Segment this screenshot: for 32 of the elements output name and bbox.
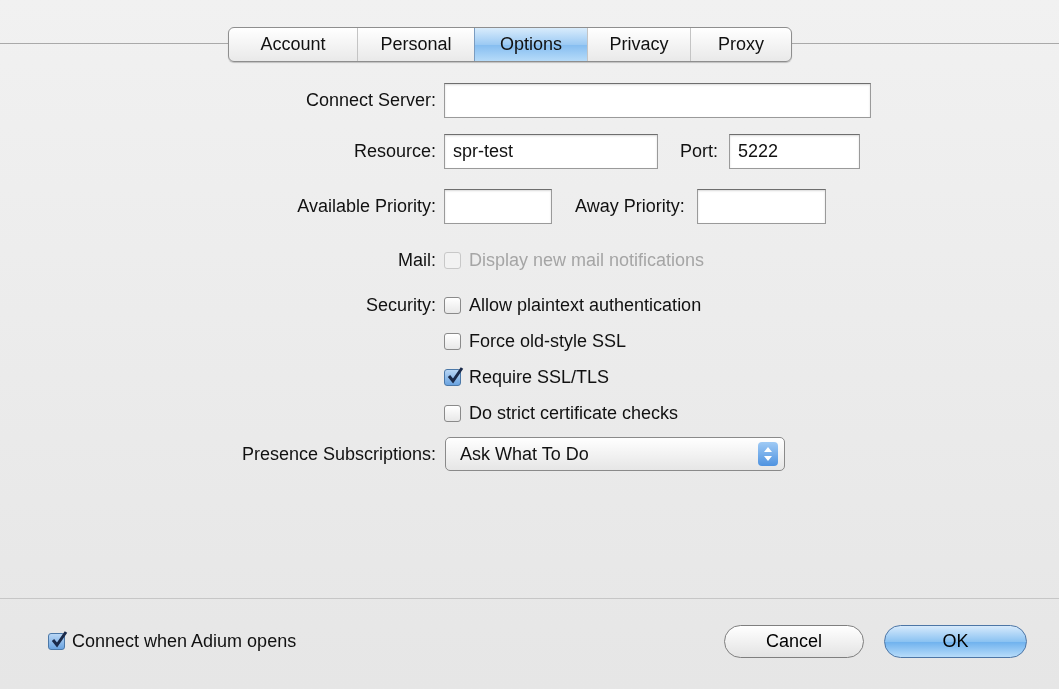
field-label: Resource:	[352, 141, 437, 162]
field-label: Connect Server:	[304, 90, 437, 111]
text-field[interactable]: spr-test	[444, 134, 658, 169]
checkbox[interactable]	[444, 296, 461, 314]
option-label: Allow plaintext authentication	[469, 294, 702, 316]
field-label: Mail:	[397, 249, 437, 272]
tab[interactable]: Options	[474, 28, 587, 61]
field-label: Security:	[364, 294, 437, 317]
text-field[interactable]	[696, 189, 826, 224]
checkbox[interactable]	[444, 332, 461, 350]
option-label: Display new mail notifications	[469, 249, 705, 271]
text-field[interactable]: 5222	[729, 134, 860, 169]
option-label: Do strict certificate checks	[469, 402, 679, 424]
text-field[interactable]	[444, 189, 552, 224]
checkbox[interactable]	[444, 368, 461, 386]
option-label: Force old-style SSL	[469, 330, 627, 352]
stepper-arrows-icon	[758, 442, 778, 466]
option-label: Require SSL/TLS	[469, 366, 610, 388]
option-label: Connect when Adium opens	[72, 630, 297, 652]
tab[interactable]: Privacy	[587, 28, 690, 61]
dialog-button[interactable]: OK	[884, 624, 1027, 658]
dialog-button[interactable]: Cancel	[724, 624, 864, 658]
text-field[interactable]	[444, 83, 871, 118]
field-label: Presence Subscriptions:	[240, 443, 437, 465]
field-label: Port:	[680, 141, 718, 162]
field-label: Away Priority:	[575, 196, 685, 217]
checkbox[interactable]	[48, 632, 65, 650]
popup-button[interactable]: Ask What To Do	[445, 437, 785, 471]
tab[interactable]: Account	[229, 28, 357, 61]
tab[interactable]: Proxy	[690, 28, 791, 61]
field-label: Available Priority:	[296, 196, 437, 217]
checkbox[interactable]	[444, 404, 461, 422]
